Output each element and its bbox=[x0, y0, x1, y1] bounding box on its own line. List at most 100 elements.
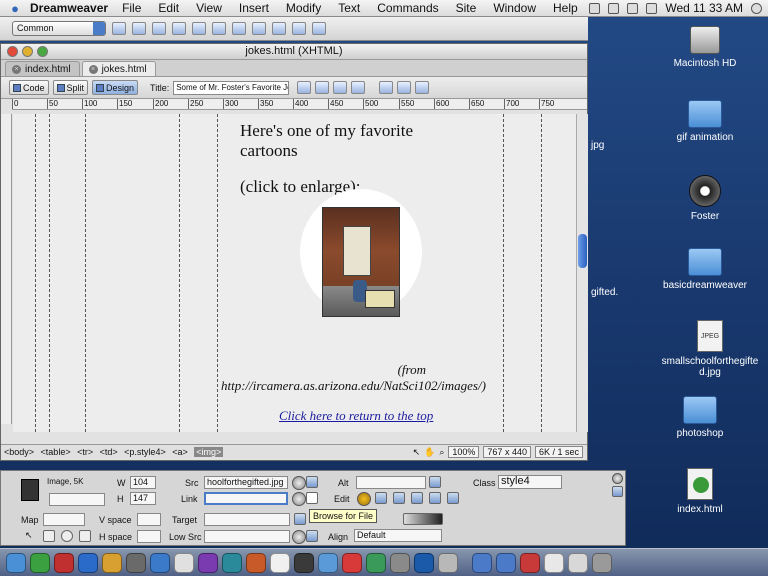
app-icon[interactable] bbox=[102, 552, 122, 573]
sharpen-icon[interactable] bbox=[447, 492, 459, 504]
document-icon[interactable] bbox=[544, 552, 564, 573]
brightness-icon[interactable] bbox=[429, 492, 441, 504]
preview-browser-icon[interactable] bbox=[315, 81, 330, 94]
close-tab-icon[interactable]: × bbox=[88, 65, 98, 74]
design-view-button[interactable]: Design bbox=[92, 80, 139, 95]
menu-commands[interactable]: Commands bbox=[377, 1, 438, 15]
alt-field[interactable] bbox=[356, 476, 426, 489]
tab-jokes-html[interactable]: × jokes.html bbox=[81, 61, 156, 76]
browse-folder-icon[interactable] bbox=[306, 476, 318, 488]
design-canvas[interactable]: Here's one of my favorite cartoons (clic… bbox=[13, 114, 576, 432]
vspace-field[interactable] bbox=[137, 513, 161, 526]
app-icon[interactable] bbox=[54, 552, 74, 573]
spotlight-icon[interactable] bbox=[751, 2, 762, 14]
hand-tool-icon[interactable]: ✋ bbox=[424, 447, 435, 458]
globe-icon[interactable] bbox=[351, 81, 366, 94]
finder-icon[interactable] bbox=[6, 552, 26, 573]
menu-view[interactable]: View bbox=[196, 1, 222, 15]
app-icon[interactable] bbox=[294, 552, 314, 573]
tag-chooser-icon[interactable] bbox=[312, 22, 326, 35]
vertical-scrollbar[interactable] bbox=[576, 114, 588, 432]
menu-help[interactable]: Help bbox=[553, 1, 578, 15]
oval-hotspot-icon[interactable] bbox=[61, 530, 73, 542]
menu-extra-icon[interactable] bbox=[589, 2, 601, 14]
pointer-hotspot-icon[interactable]: ↖ bbox=[25, 530, 33, 541]
app-icon[interactable] bbox=[318, 552, 338, 573]
zoom-tool-icon[interactable]: ⌕ bbox=[439, 447, 444, 458]
browse-for-file-icon[interactable] bbox=[306, 492, 318, 504]
tag-td[interactable]: <td> bbox=[100, 447, 118, 457]
code-view-button[interactable]: Code bbox=[9, 80, 49, 95]
desktop-icon-basicdreamweaver[interactable]: basicdreamweaver bbox=[655, 248, 755, 291]
visual-aids-icon[interactable] bbox=[415, 81, 430, 94]
desktop-icon-macintosh-hd[interactable]: Macintosh HD bbox=[660, 26, 750, 69]
align-buttons-icon[interactable] bbox=[403, 513, 443, 525]
edit-image-icon[interactable] bbox=[357, 492, 371, 506]
folder-stack-icon[interactable] bbox=[472, 552, 492, 573]
hspace-field[interactable] bbox=[137, 530, 161, 543]
width-field[interactable]: 104 bbox=[130, 476, 156, 489]
folder-stack-icon[interactable] bbox=[496, 552, 516, 573]
desktop-icon-index-html[interactable]: index.html bbox=[655, 468, 745, 515]
display-icon[interactable] bbox=[608, 2, 620, 14]
document-icon[interactable] bbox=[568, 552, 588, 573]
point-to-file-icon[interactable] bbox=[292, 476, 306, 490]
battery-icon[interactable] bbox=[627, 2, 639, 14]
resample-icon[interactable] bbox=[411, 492, 423, 504]
help-icon[interactable] bbox=[612, 473, 623, 484]
hyperlink-icon[interactable] bbox=[112, 22, 126, 35]
tab-index-html[interactable]: × index.html bbox=[5, 61, 80, 76]
close-tab-icon[interactable]: × bbox=[12, 65, 21, 74]
menu-edit[interactable]: Edit bbox=[158, 1, 179, 15]
tag-body[interactable]: <body> bbox=[4, 447, 34, 457]
desktop-icon-gif-animation[interactable]: gif animation bbox=[660, 100, 750, 143]
map-field[interactable] bbox=[43, 513, 85, 526]
desktop-icon-foster[interactable]: Foster bbox=[660, 175, 750, 222]
link-field[interactable] bbox=[204, 492, 288, 505]
dreamweaver-icon[interactable] bbox=[30, 552, 50, 573]
tag-table[interactable]: <table> bbox=[41, 447, 71, 457]
trash-icon[interactable] bbox=[592, 552, 612, 573]
page-title-input[interactable]: Some of Mr. Foster's Favorite Jo bbox=[173, 80, 290, 95]
image-name-field[interactable] bbox=[49, 493, 105, 506]
email-link-icon[interactable] bbox=[132, 22, 146, 35]
menu-modify[interactable]: Modify bbox=[286, 1, 321, 15]
scroll-thumb[interactable] bbox=[578, 234, 587, 268]
menu-site[interactable]: Site bbox=[456, 1, 477, 15]
app-icon[interactable] bbox=[366, 552, 386, 573]
cartoon-image[interactable] bbox=[322, 207, 400, 317]
optimize-icon[interactable] bbox=[375, 492, 387, 504]
close-window-icon[interactable] bbox=[7, 46, 18, 57]
calendar-icon[interactable] bbox=[270, 552, 290, 573]
crop-icon[interactable] bbox=[393, 492, 405, 504]
view-options-icon[interactable] bbox=[397, 81, 412, 94]
browse-folder-icon[interactable] bbox=[306, 530, 318, 542]
alt-dropdown-icon[interactable] bbox=[429, 476, 441, 488]
return-top-link[interactable]: Click here to return to the top bbox=[279, 408, 433, 424]
app-icon[interactable] bbox=[342, 552, 362, 573]
comment-icon[interactable] bbox=[272, 22, 286, 35]
window-size[interactable]: 767 x 440 bbox=[483, 446, 531, 458]
app-menu[interactable]: Dreamweaver bbox=[30, 1, 108, 15]
split-view-button[interactable]: Split bbox=[52, 80, 89, 95]
menu-text[interactable]: Text bbox=[338, 1, 360, 15]
app-icon[interactable] bbox=[390, 552, 410, 573]
tag-tr[interactable]: <tr> bbox=[77, 447, 93, 457]
menu-file[interactable]: File bbox=[122, 1, 141, 15]
align-select[interactable]: Default bbox=[354, 529, 442, 542]
apple-menu-icon[interactable]: ● bbox=[0, 1, 30, 16]
app-icon[interactable] bbox=[198, 552, 218, 573]
src-field[interactable]: hoolforthegifted.jpg bbox=[204, 476, 288, 489]
app-icon[interactable] bbox=[222, 552, 242, 573]
menu-window[interactable]: Window bbox=[493, 1, 536, 15]
point-to-file-icon[interactable] bbox=[292, 530, 306, 544]
volume-icon[interactable] bbox=[646, 2, 658, 14]
menu-insert[interactable]: Insert bbox=[239, 1, 269, 15]
rect-hotspot-icon[interactable] bbox=[43, 530, 55, 542]
desktop-icon-photoshop[interactable]: photoshop bbox=[655, 396, 745, 439]
app-icon[interactable] bbox=[78, 552, 98, 573]
document-titlebar[interactable]: jokes.html (XHTML) bbox=[1, 44, 587, 60]
target-field[interactable] bbox=[204, 513, 290, 526]
zoom-window-icon[interactable] bbox=[37, 46, 48, 57]
tag-p[interactable]: <p.style4> bbox=[124, 447, 166, 457]
